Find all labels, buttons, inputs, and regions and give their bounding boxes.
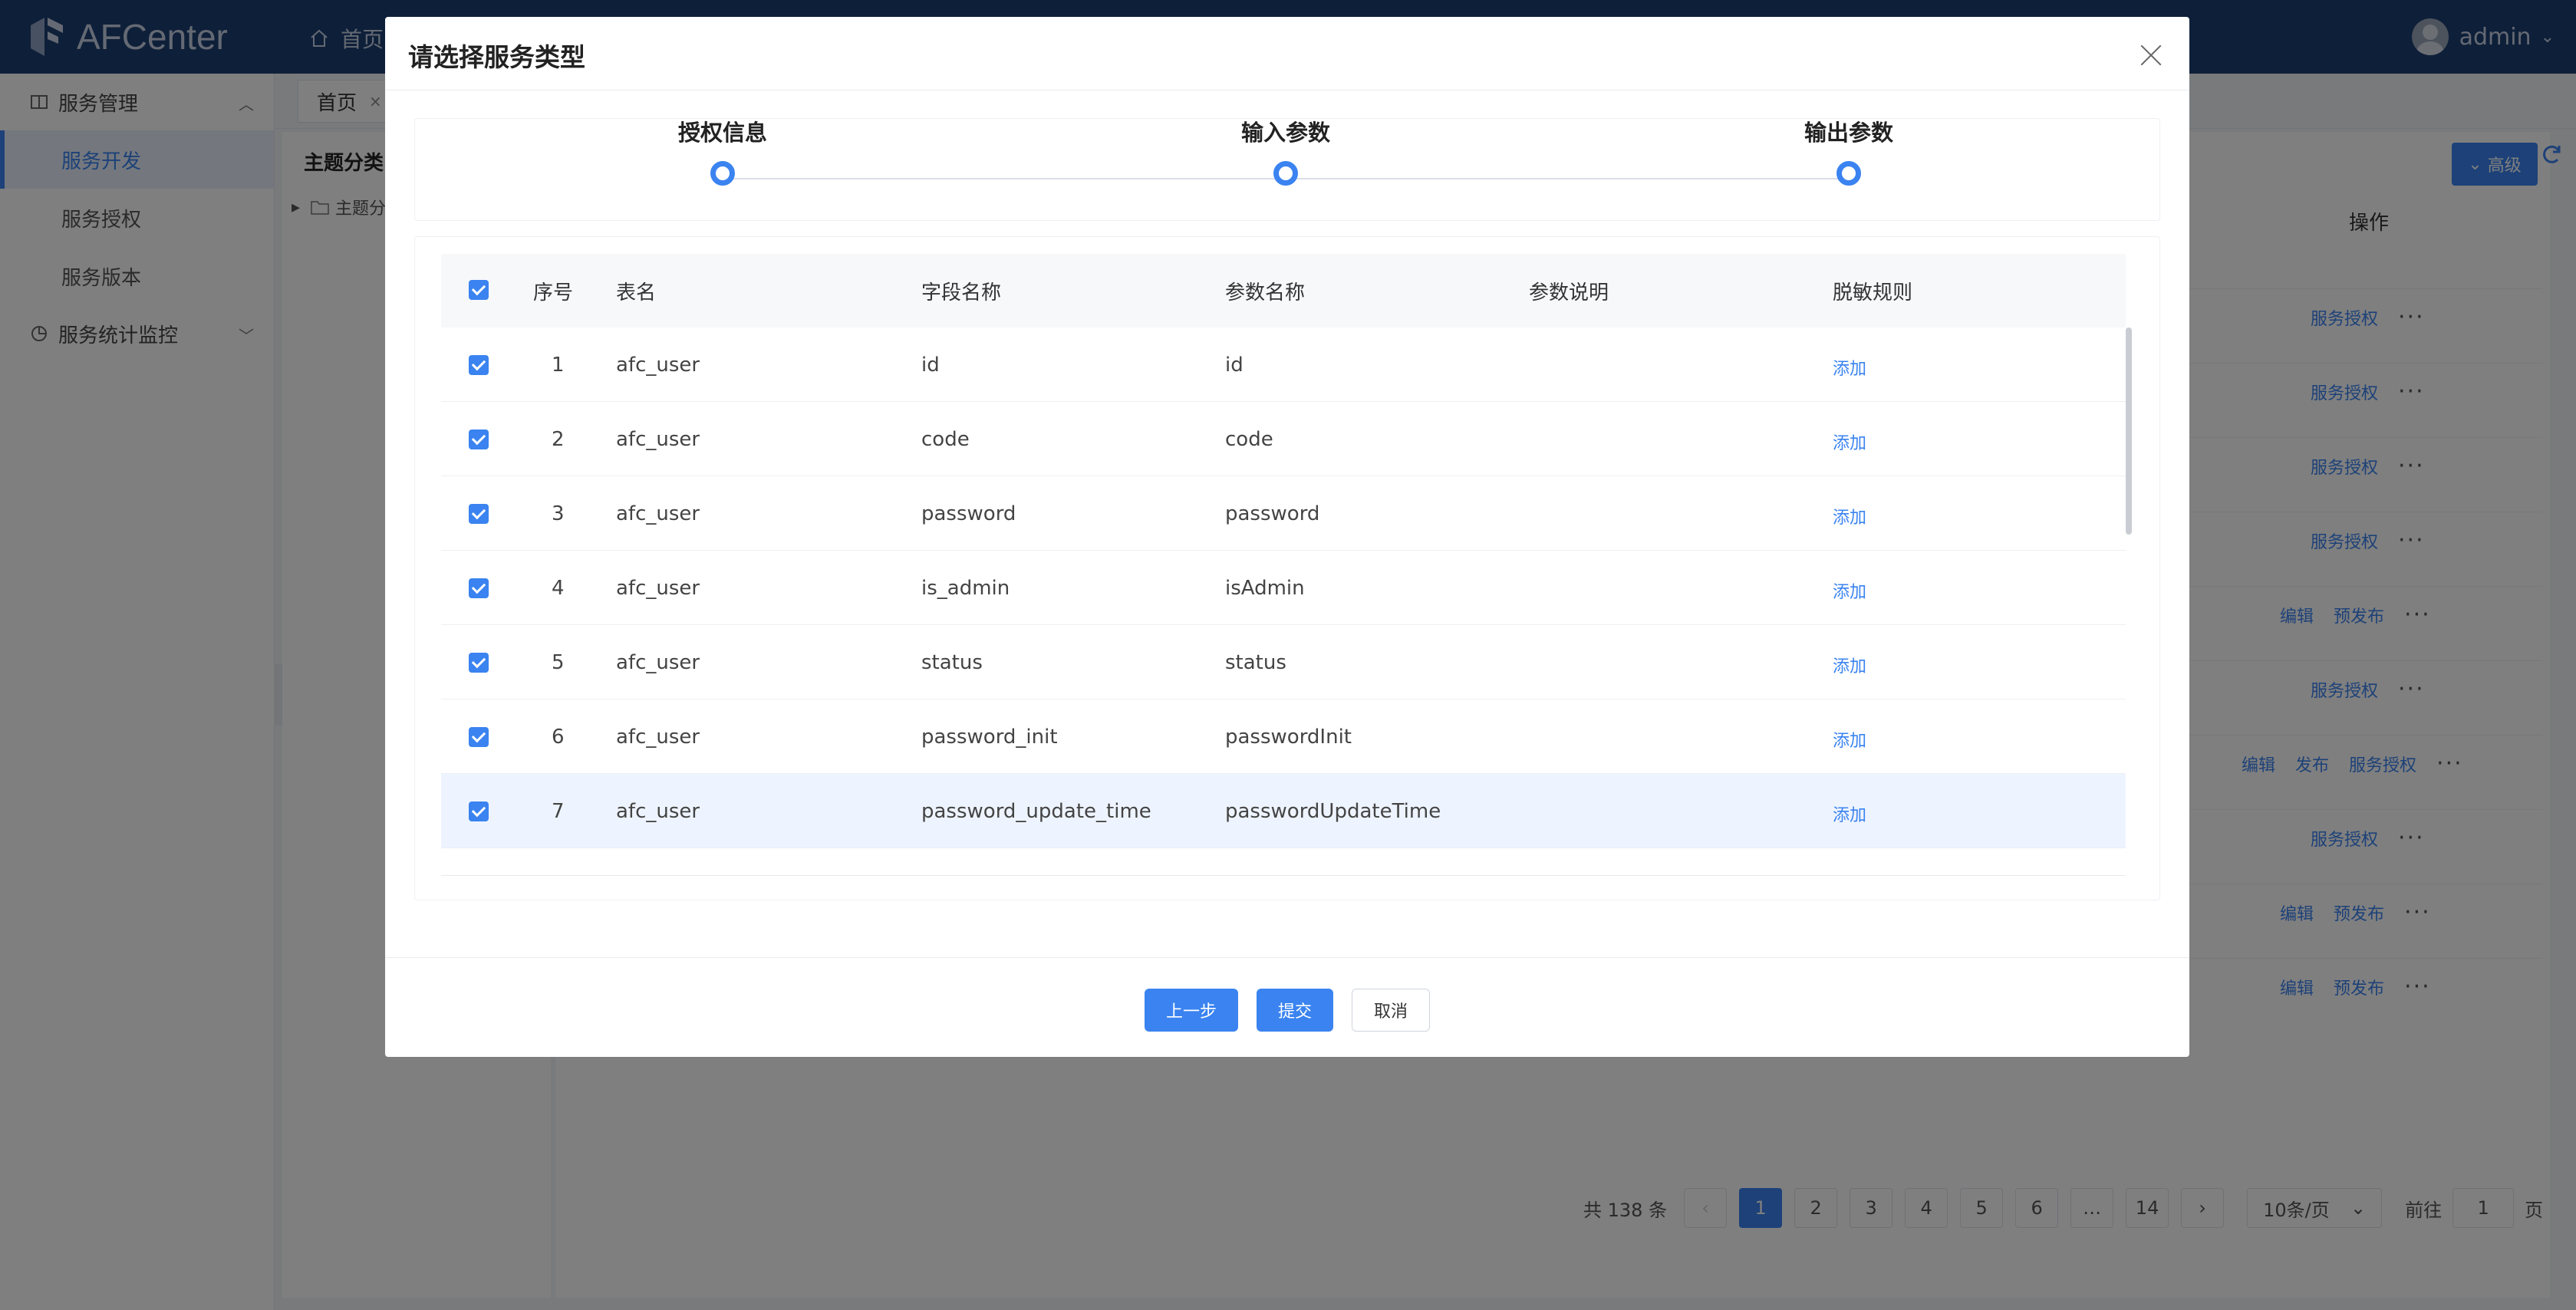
output-params-table: 序号 表名 字段名称 参数名称 参数说明 脱敏规则 1 afc_user id id 添…	[414, 236, 2160, 900]
step-input-params: 输入参数	[1194, 115, 1378, 186]
row-checkbox[interactable]	[469, 430, 489, 449]
column-header-param: 参数名称	[1225, 281, 1306, 304]
column-header-desc: 参数说明	[1529, 281, 1609, 304]
table-row[interactable]: 1 afc_user id id 添加	[441, 328, 2126, 402]
step-output-params: 输出参数	[1757, 115, 1941, 186]
column-header-field: 字段名称	[921, 281, 1002, 304]
add-mask-rule-link[interactable]: 添加	[1833, 578, 1866, 603]
cell-table-name: afc_user	[616, 354, 700, 377]
cell-field-name: password	[921, 502, 1016, 525]
cell-table-name: afc_user	[616, 800, 700, 823]
cell-field-name: password_init	[921, 726, 1058, 749]
cell-param-name: code	[1225, 428, 1273, 451]
row-checkbox[interactable]	[469, 727, 489, 747]
cell-param-name: status	[1225, 651, 1286, 674]
cell-no: 5	[552, 651, 565, 674]
cancel-button[interactable]: 取消	[1352, 989, 1430, 1032]
add-mask-rule-link[interactable]: 添加	[1833, 727, 1866, 752]
add-mask-rule-link[interactable]: 添加	[1833, 430, 1866, 454]
cell-param-name: password	[1225, 502, 1320, 525]
step-label: 输出参数	[1804, 120, 1893, 146]
add-mask-rule-link[interactable]: 添加	[1833, 801, 1866, 826]
cell-param-name: id	[1225, 354, 1244, 377]
dialog-title: 请选择服务类型	[408, 42, 585, 72]
cell-table-name: afc_user	[616, 577, 700, 600]
cell-no: 7	[552, 800, 565, 823]
row-checkbox[interactable]	[469, 355, 489, 375]
table-row[interactable]: 7 afc_user password_update_time passwordUpd…	[441, 774, 2126, 848]
row-checkbox[interactable]	[469, 578, 489, 598]
step-dot-icon	[1836, 161, 1861, 186]
column-header-no: 序号	[533, 281, 574, 304]
prev-step-button[interactable]: 上一步	[1145, 989, 1238, 1032]
add-mask-rule-link[interactable]: 添加	[1833, 653, 1866, 677]
add-mask-rule-link[interactable]: 添加	[1833, 355, 1866, 380]
cell-no: 4	[552, 577, 565, 600]
cell-no: 1	[552, 354, 565, 377]
step-label: 输入参数	[1240, 120, 1330, 146]
cell-field-name: id	[921, 354, 940, 377]
table-row[interactable]: 3 afc_user password password 添加	[441, 476, 2126, 551]
cell-no: 6	[552, 726, 565, 749]
cell-table-name: afc_user	[616, 726, 700, 749]
submit-button[interactable]: 提交	[1257, 989, 1333, 1032]
dialog-header: 请选择服务类型	[385, 17, 2189, 91]
column-header-mask-rule: 脱敏规则	[1833, 281, 1913, 304]
cell-field-name: password_update_time	[921, 800, 1151, 823]
table-bottom-border	[441, 875, 2126, 876]
select-all-checkbox[interactable]	[469, 280, 489, 300]
cell-field-name: code	[921, 428, 970, 451]
row-checkbox[interactable]	[469, 504, 489, 524]
row-checkbox[interactable]	[469, 801, 489, 821]
table-row[interactable]: 4 afc_user is_admin isAdmin 添加	[441, 551, 2126, 625]
cell-no: 3	[552, 502, 565, 525]
table-row[interactable]: 5 afc_user status status 添加	[441, 625, 2126, 699]
step-auth-info: 授权信息	[631, 115, 815, 186]
dialog-footer: 上一步 提交 取消	[385, 957, 2189, 1057]
cell-field-name: status	[921, 651, 983, 674]
step-dot-icon	[710, 161, 735, 186]
column-header-table: 表名	[616, 281, 657, 304]
add-mask-rule-link[interactable]: 添加	[1833, 504, 1866, 528]
cell-table-name: afc_user	[616, 428, 700, 451]
cell-param-name: passwordInit	[1225, 726, 1352, 749]
step-dot-icon	[1273, 161, 1298, 186]
select-service-type-dialog: 请选择服务类型 授权信息 输入参数 输出参数 序号 表名 字段名称 参数名称 参…	[385, 17, 2189, 1057]
cell-table-name: afc_user	[616, 502, 700, 525]
table-row[interactable]: 2 afc_user code code 添加	[441, 402, 2126, 476]
cell-table-name: afc_user	[616, 651, 700, 674]
step-label: 授权信息	[677, 120, 767, 146]
cell-param-name: isAdmin	[1225, 577, 1305, 600]
table-row[interactable]: 6 afc_user password_init passwordInit 添加	[441, 699, 2126, 774]
table-scrollbar[interactable]	[2126, 328, 2132, 535]
cell-param-name: passwordUpdateTime	[1225, 800, 1441, 823]
row-checkbox[interactable]	[469, 653, 489, 673]
table-header: 序号 表名 字段名称 参数名称 参数说明 脱敏规则	[441, 254, 2126, 328]
close-icon[interactable]	[2140, 44, 2162, 66]
cell-no: 2	[552, 428, 565, 451]
cell-field-name: is_admin	[921, 577, 1010, 600]
